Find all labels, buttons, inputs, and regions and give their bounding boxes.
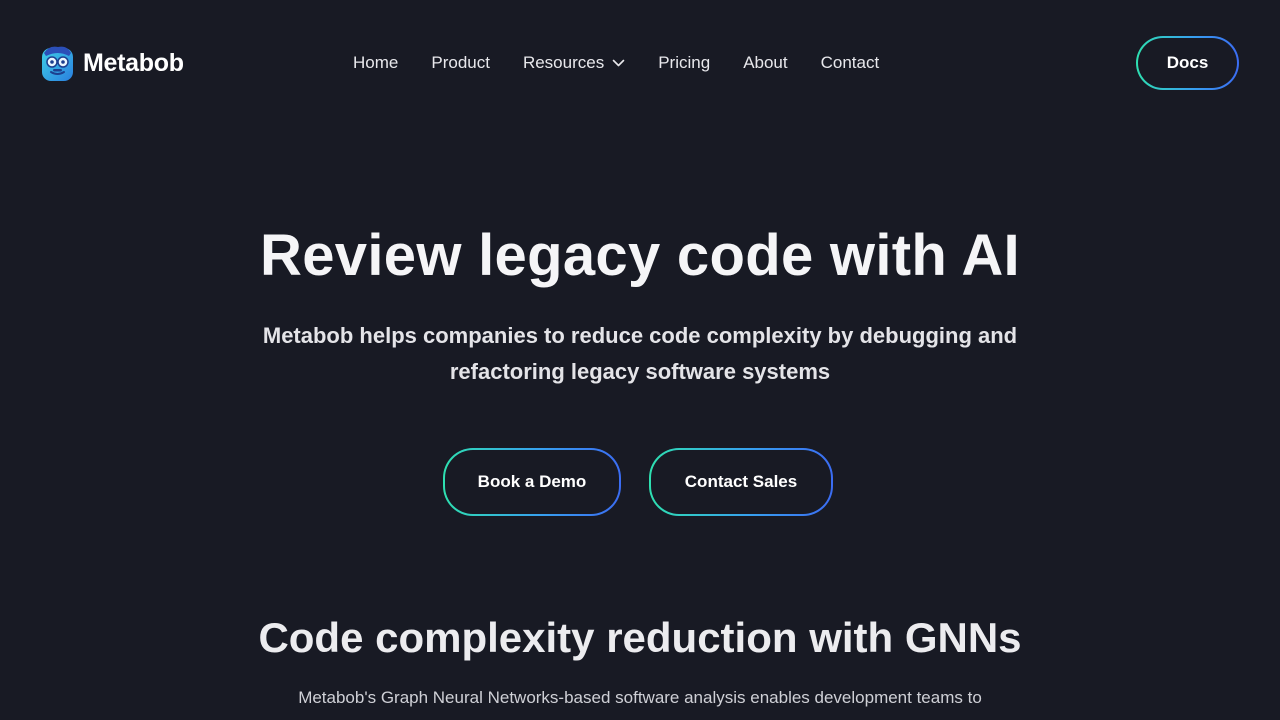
- book-demo-label: Book a Demo: [477, 472, 587, 491]
- nav-home-label: Home: [353, 53, 399, 72]
- hero-subtitle: Metabob helps companies to reduce code c…: [262, 323, 1018, 384]
- chevron-down-icon: [612, 59, 625, 67]
- metabob-mascot-icon: [42, 46, 73, 81]
- nav-pricing[interactable]: Pricing: [658, 53, 710, 73]
- docs-button-label: Docs: [1166, 53, 1209, 72]
- contact-sales-button[interactable]: Contact Sales: [649, 448, 833, 516]
- nav-pricing-label: Pricing: [658, 53, 711, 72]
- docs-button[interactable]: Docs: [1136, 36, 1239, 90]
- section-body: Metabob's Graph Neural Networks-based so…: [298, 688, 982, 707]
- nav-resources[interactable]: Resources: [523, 53, 625, 73]
- page: Metabob Home Product Resources Pricing A…: [0, 0, 1280, 720]
- nav-contact[interactable]: Contact: [821, 53, 880, 73]
- contact-sales-label: Contact Sales: [684, 472, 798, 491]
- brand-name: Metabob: [83, 48, 184, 77]
- nav-home[interactable]: Home: [353, 53, 398, 73]
- section-title: Code complexity reduction with GNNs: [258, 614, 1022, 661]
- nav-resources-label: Resources: [522, 53, 605, 72]
- main-nav: Home Product Resources Pricing About Con…: [353, 51, 879, 75]
- logo-link[interactable]: Metabob: [41, 44, 184, 82]
- nav-contact-label: Contact: [820, 53, 880, 72]
- hero-title: Review legacy code with AI: [260, 223, 1020, 288]
- nav-about[interactable]: About: [743, 53, 787, 73]
- book-demo-button[interactable]: Book a Demo: [443, 448, 621, 516]
- nav-about-label: About: [743, 53, 788, 72]
- nav-product-label: Product: [431, 53, 490, 72]
- nav-product[interactable]: Product: [431, 53, 490, 73]
